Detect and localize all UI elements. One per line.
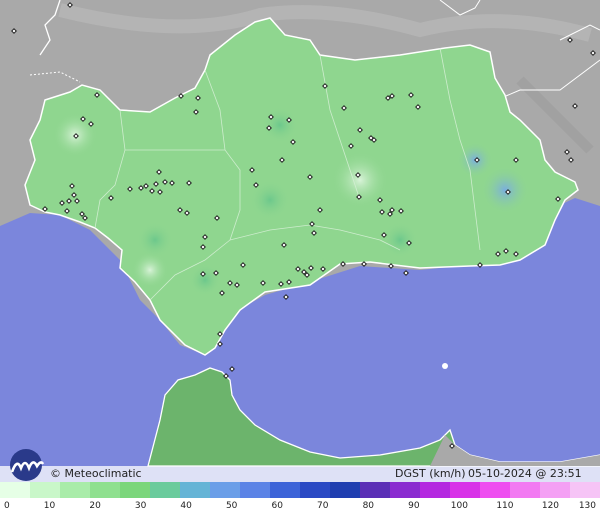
gust-pattern (382, 222, 418, 258)
scale-swatch (180, 482, 211, 498)
scale-tick-label: 70 (317, 501, 329, 511)
scale-swatch (420, 482, 451, 498)
scale-swatch (60, 482, 91, 498)
scale-swatch (150, 482, 181, 498)
scale-swatch (570, 482, 600, 498)
scale-tick-label: 130 (579, 501, 596, 511)
scale-tick-label: 80 (363, 501, 375, 511)
scale-swatch (210, 482, 241, 498)
scale-swatch (510, 482, 541, 498)
scale-swatch (270, 482, 301, 498)
scale-tick-label: 40 (180, 501, 192, 511)
scale-swatch (240, 482, 271, 498)
scale-swatch (450, 482, 481, 498)
scale-tick-label: 50 (226, 501, 238, 511)
scale-swatch (90, 482, 121, 498)
gust-pattern (262, 107, 298, 143)
island (442, 363, 448, 369)
scale-tick-label: 60 (272, 501, 284, 511)
meteoclimatic-logo-icon (10, 449, 45, 481)
scale-tick-label: 90 (408, 501, 420, 511)
scale-tick-label: 120 (542, 501, 559, 511)
scale-swatch (120, 482, 151, 498)
scale-tick-label: 20 (89, 501, 101, 511)
scale-tick-label: 110 (496, 501, 513, 511)
scale-swatch (540, 482, 571, 498)
variable-label: DGST (km/h) (395, 467, 466, 480)
gust-pattern (189, 264, 221, 296)
scale-swatch (30, 482, 61, 498)
scale-swatch (360, 482, 391, 498)
gust-pattern (132, 252, 168, 288)
color-scale: 0 10 20 30 40 50 60 70 80 90 100 110 120 130 (0, 482, 600, 511)
scale-tick-label: 100 (451, 501, 468, 511)
brand-label: © Meteoclimatic (50, 467, 142, 480)
gust-pattern (137, 222, 173, 258)
scale-swatch (480, 482, 511, 498)
scale-swatch (0, 482, 31, 498)
scale-tick-label: 10 (44, 501, 56, 511)
scale-swatch (300, 482, 331, 498)
gust-pattern (481, 166, 529, 214)
credit-bar: © Meteoclimatic DGST (km/h) 05-10-2024 @… (0, 449, 600, 493)
scale-tick-label: 0 (4, 501, 10, 511)
scale-swatch (390, 482, 421, 498)
scale-tick-label: 30 (135, 501, 147, 511)
wind-gust-map (0, 0, 600, 482)
scale-swatch (330, 482, 361, 498)
